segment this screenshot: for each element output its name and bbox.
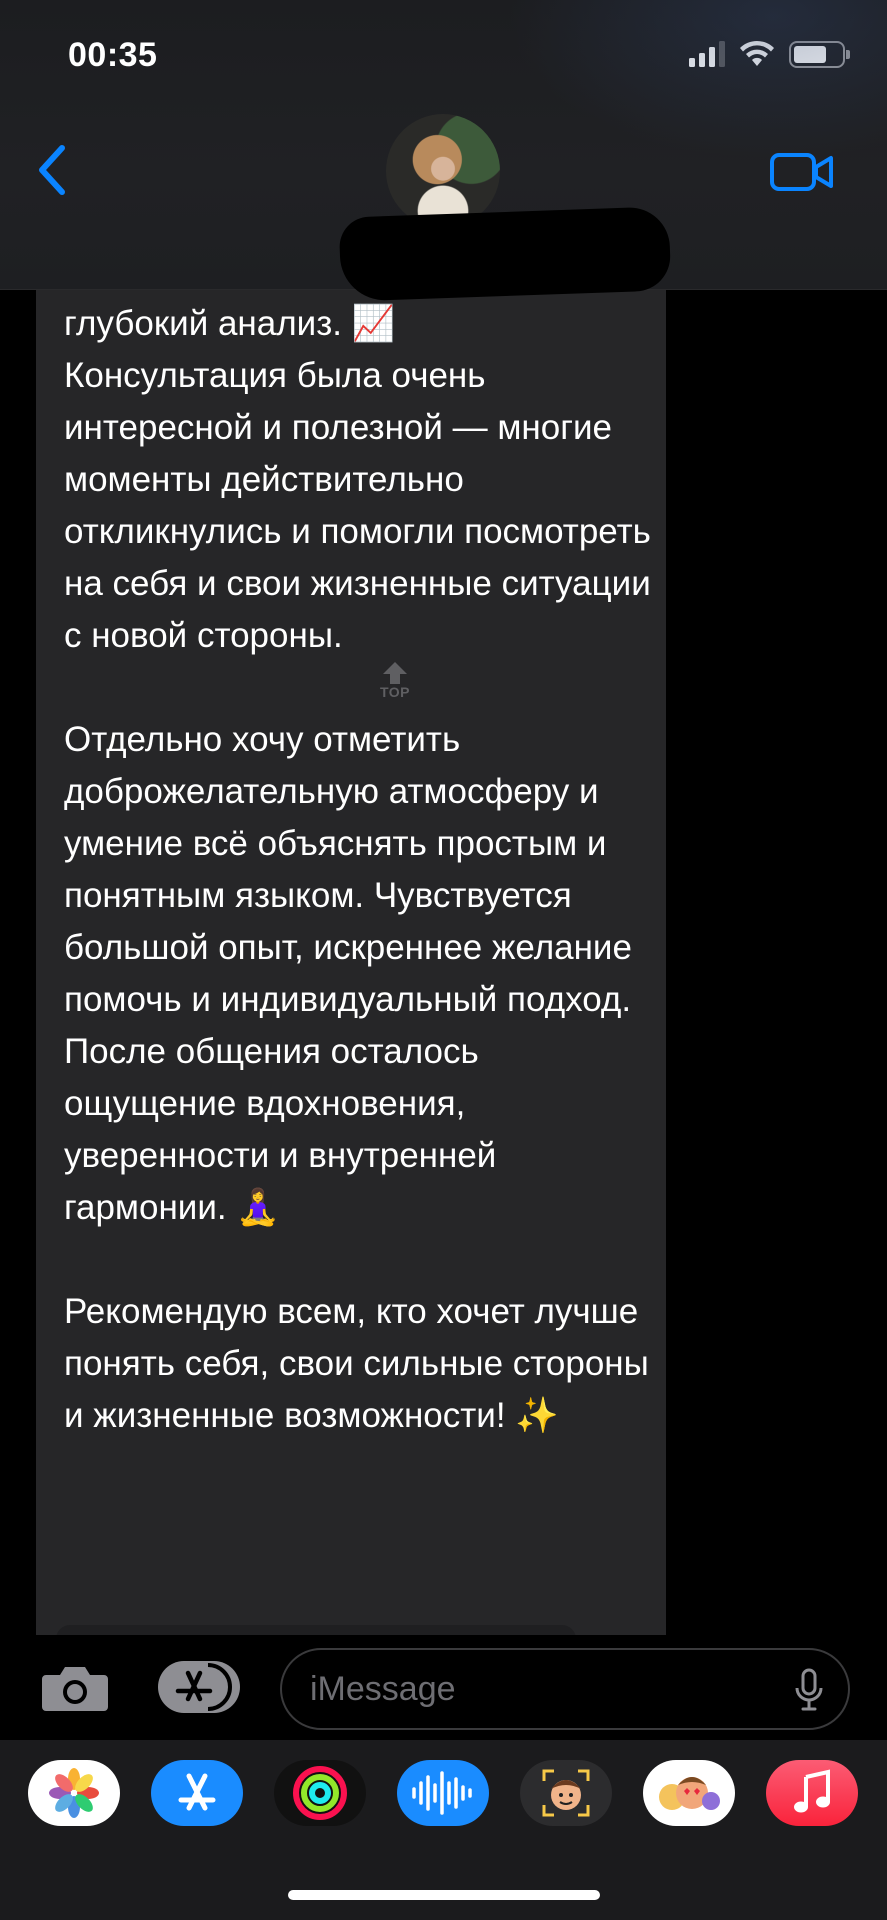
music-icon[interactable] [766,1760,858,1826]
status-icons [689,40,850,68]
memoji-stickers-icon[interactable] [643,1760,735,1826]
app-store-icon[interactable] [156,1659,242,1715]
contact-avatar[interactable] [386,114,500,228]
contact-name-redaction [338,206,672,302]
conversation-header: 00:35 [0,0,887,302]
photos-icon[interactable] [28,1760,120,1826]
app-store-icon[interactable] [151,1760,243,1826]
input-bar [0,1635,887,1740]
home-indicator[interactable] [288,1890,600,1900]
back-chevron-icon[interactable] [30,140,80,200]
waveform-icon[interactable] [397,1760,489,1826]
top-badge-label: TOP [379,684,411,700]
message-input[interactable] [310,1669,750,1709]
message-field[interactable] [280,1648,850,1730]
microphone-icon[interactable] [794,1668,824,1712]
wifi-icon [740,40,774,66]
status-time: 00:35 [68,36,158,74]
messages-screen: глубокий анализ. 📈 Консультация была оче… [0,0,887,1920]
battery-icon [789,40,850,68]
top-badge: TOP [376,662,414,708]
cellular-signal-icon [689,41,725,67]
up-arrow-icon [383,662,407,674]
conversation-area[interactable]: глубокий анализ. 📈 Консультация была оче… [0,250,887,1900]
camera-icon[interactable] [40,1663,110,1713]
activity-rings-icon[interactable] [274,1760,366,1826]
memoji-icon[interactable] [520,1760,612,1826]
message-text: глубокий анализ. 📈 Консультация была оче… [64,304,651,1435]
video-camera-icon[interactable] [769,150,835,194]
